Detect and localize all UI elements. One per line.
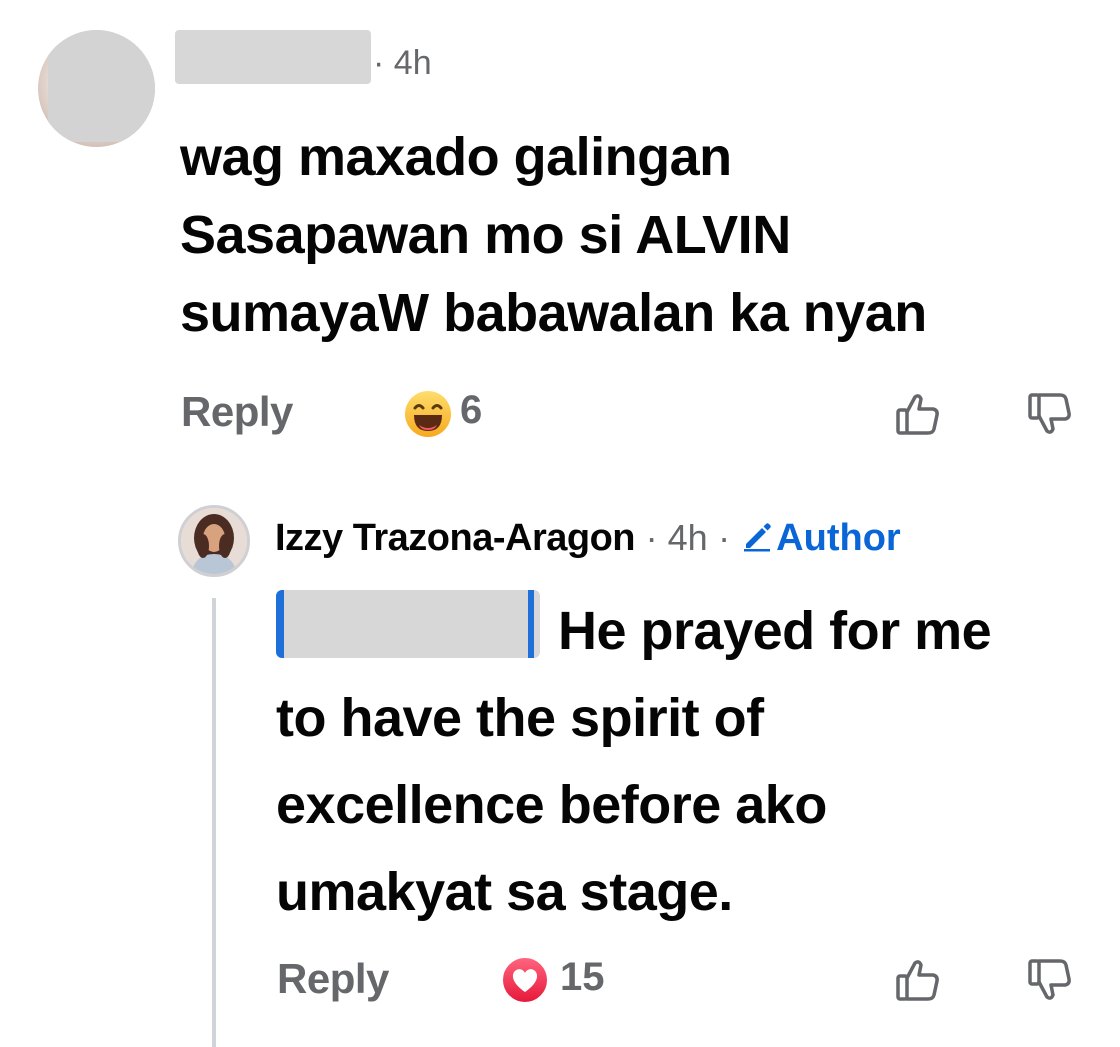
- thumbs-up-icon[interactable]: [893, 955, 943, 1005]
- thumbs-down-icon[interactable]: [1025, 389, 1075, 439]
- thumbs-up-icon[interactable]: [893, 389, 943, 439]
- reply-line: excellence before ako: [276, 775, 827, 835]
- meta-separator: ·: [718, 517, 741, 558]
- comment-body: wag maxado galingan Sasapawan mo si ALVI…: [180, 118, 927, 352]
- comment-time: 4h: [393, 44, 432, 82]
- reply-line: to have the spirit of: [276, 688, 764, 748]
- comment-line: Sasapawan mo si ALVIN: [180, 205, 791, 265]
- reaction-count[interactable]: 6: [460, 388, 482, 433]
- reaction-count[interactable]: 15: [560, 955, 605, 1000]
- comment-meta: · 4h: [373, 38, 432, 88]
- reply-line: He prayed for me: [558, 601, 992, 661]
- pencil-icon: [740, 514, 774, 552]
- thread-line: [212, 598, 216, 1047]
- commenter-name-redacted: [175, 30, 371, 84]
- haha-reaction-icon[interactable]: [403, 389, 453, 439]
- thumbs-down-icon[interactable]: [1025, 955, 1075, 1005]
- author-avatar[interactable]: [178, 505, 250, 577]
- reply-line: umakyat sa stage.: [276, 862, 733, 922]
- reply-button[interactable]: Reply: [181, 388, 293, 436]
- avatar-redaction: [48, 30, 155, 142]
- reply-button[interactable]: Reply: [277, 955, 389, 1003]
- commenter-avatar[interactable]: [38, 30, 155, 147]
- reply-time: 4h: [667, 517, 708, 558]
- reply-body: He prayed for me to have the spirit of e…: [276, 588, 992, 936]
- author-name[interactable]: Izzy Trazona-Aragon: [275, 517, 636, 559]
- comment-line: wag maxado galingan: [180, 127, 732, 187]
- reply-header: Izzy Trazona-Aragon · 4h · Author: [275, 512, 901, 564]
- meta-separator: ·: [373, 44, 385, 82]
- author-badge: Author: [740, 517, 901, 559]
- author-badge-label: Author: [776, 517, 901, 559]
- comment-line: sumayaW babawalan ka nyan: [180, 283, 927, 343]
- meta-separator: ·: [645, 517, 668, 558]
- love-reaction-icon[interactable]: [500, 955, 550, 1005]
